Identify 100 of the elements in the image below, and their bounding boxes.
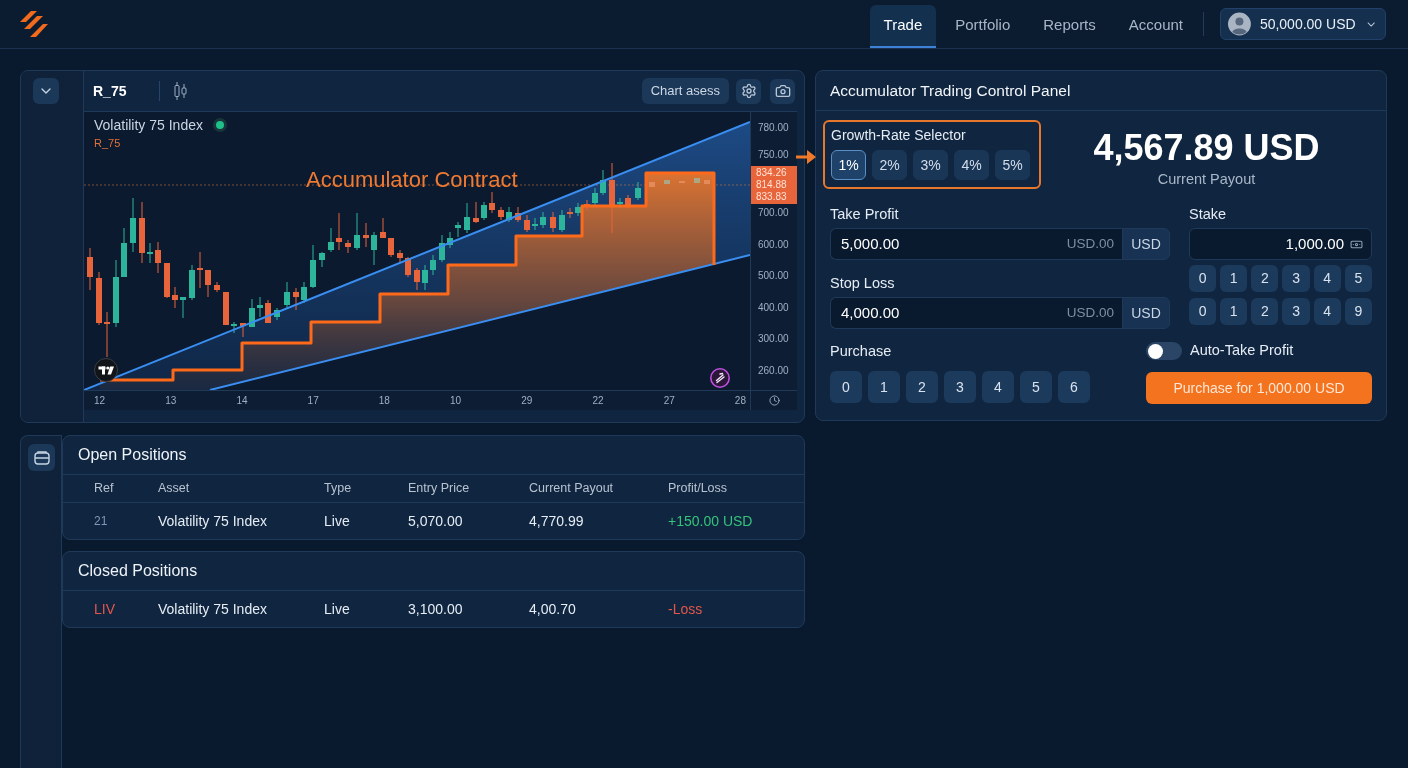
table-cell-text: Volatility 75 Index xyxy=(158,511,268,531)
table-cell-text: 21 xyxy=(94,513,109,530)
wallet-icon xyxy=(33,450,50,465)
column-header: Profit/Loss xyxy=(668,480,729,498)
axis-label: 500.00 xyxy=(758,270,790,283)
unit-suffix: USD.00 xyxy=(1066,303,1114,322)
table-cell-text: 3,100.00 xyxy=(408,599,464,619)
keypad-key[interactable]: 3 xyxy=(944,371,976,403)
chart-assess-button[interactable]: Chart asess xyxy=(641,78,729,104)
table-cell-text: Live xyxy=(324,511,351,531)
stop-loss-input[interactable]: 4,000.00 USD.00 xyxy=(830,297,1122,329)
keypad-key[interactable]: 4 xyxy=(982,371,1014,403)
column-header: Ref xyxy=(94,480,115,498)
axis-label: 17 xyxy=(307,394,319,407)
growth-rate-option[interactable]: 4% xyxy=(954,150,989,180)
avatar-icon xyxy=(1228,12,1251,36)
keypad-key[interactable]: 5 xyxy=(1020,371,1052,403)
axis-label: 18 xyxy=(378,394,390,407)
column-header: Type xyxy=(324,480,353,498)
axis-label: 750.00 xyxy=(758,149,790,161)
growth-rate-option[interactable]: 3% xyxy=(913,150,948,180)
table-cell-text: Live xyxy=(324,599,351,619)
growth-rate-option[interactable]: 2% xyxy=(872,150,907,180)
field-label: Stop Loss xyxy=(830,274,896,292)
axis-label: 14 xyxy=(236,394,248,407)
panel-title: Accumulator Trading Control Panel xyxy=(830,80,1071,101)
axis-label: 22 xyxy=(592,394,604,407)
payout-label: Current Payout xyxy=(1157,170,1256,188)
keypad-key[interactable]: 6 xyxy=(1058,371,1090,403)
section-title: Open Positions xyxy=(78,445,187,465)
keypad-key[interactable]: 2 xyxy=(1251,298,1279,325)
keypad-key[interactable]: 9 xyxy=(1344,298,1372,325)
keypad-key[interactable]: 4 xyxy=(1313,298,1341,325)
keypad-key[interactable]: 0 xyxy=(830,371,862,403)
table-cell-text: 4,770.99 xyxy=(529,511,585,531)
table-cell-text: +150.00 USD xyxy=(668,511,754,531)
nav-tab[interactable]: Trade xyxy=(869,5,937,48)
toggle-label: Auto-Take Profit xyxy=(1190,341,1294,361)
account-button[interactable]: 50,000.00 USD xyxy=(1220,8,1386,40)
column-header: Entry Price xyxy=(408,480,471,498)
camera-icon xyxy=(774,83,791,99)
keypad-key[interactable]: 3 xyxy=(1282,298,1310,325)
clock-icon[interactable] xyxy=(768,395,780,406)
take-profit-input[interactable]: 5,000.00 USD.00 xyxy=(830,228,1122,260)
wallet-button[interactable] xyxy=(28,444,55,471)
nav-tab[interactable]: Account xyxy=(1114,5,1197,48)
axis-label: 780.00 xyxy=(758,122,790,134)
section-title: Closed Positions xyxy=(78,561,198,581)
toggle-switch[interactable] xyxy=(1146,342,1182,360)
currency-addon: USD xyxy=(1122,228,1170,260)
unit-suffix: USD.00 xyxy=(1066,234,1114,253)
axis-label: 700.00 xyxy=(758,207,790,219)
candles-icon[interactable] xyxy=(173,82,188,100)
payout-amount: 4,567.89 USD xyxy=(1093,127,1320,169)
axis-label: 10 xyxy=(450,394,462,407)
keypad-key[interactable]: 2 xyxy=(906,371,938,403)
table-cell-text: LIV xyxy=(94,599,116,619)
column-header: Current Payout xyxy=(529,480,615,498)
axis-label: 13 xyxy=(165,394,177,407)
selector-label: Growth-Rate Selector xyxy=(831,126,967,144)
keypad-key[interactable]: 5 xyxy=(1344,265,1372,292)
settings-icon xyxy=(740,83,757,99)
stake-input[interactable]: 1,000.00 xyxy=(1189,228,1372,260)
keypad-key[interactable]: 1 xyxy=(1220,298,1248,325)
axis-label: 27 xyxy=(663,394,675,407)
keypad-key[interactable]: 0 xyxy=(1189,298,1217,325)
logo-icon[interactable] xyxy=(20,11,48,37)
table-cell-text: 5,070.00 xyxy=(408,511,464,531)
keypad-key[interactable]: 1 xyxy=(1220,265,1248,292)
field-label: Stake xyxy=(1189,205,1228,223)
growth-rate-option[interactable]: 1% xyxy=(831,150,866,180)
price-label: 814.88 xyxy=(756,179,788,191)
arrow-right-icon xyxy=(796,149,816,165)
keypad-key[interactable]: 2 xyxy=(1251,265,1279,292)
price-label: 833.83 xyxy=(756,191,788,203)
symbol-label: R_75 xyxy=(93,81,127,101)
growth-rate-option[interactable]: 5% xyxy=(995,150,1030,180)
keypad-key[interactable]: 3 xyxy=(1282,265,1310,292)
field-label: Take Profit xyxy=(830,205,900,223)
axis-label: 29 xyxy=(521,394,533,407)
keypad-key[interactable]: 0 xyxy=(1189,265,1217,292)
keypad-key[interactable]: 4 xyxy=(1313,265,1341,292)
column-header: Asset xyxy=(158,480,191,498)
nav-tab[interactable]: Portfolio xyxy=(941,5,1025,48)
table-cell-text: Volatility 75 Index xyxy=(158,599,268,619)
axis-label: 28 xyxy=(734,394,746,407)
currency-addon: USD xyxy=(1122,297,1170,329)
collapse-button[interactable] xyxy=(33,78,59,104)
keypad-key[interactable]: 1 xyxy=(868,371,900,403)
settings-button[interactable] xyxy=(736,78,761,104)
table-cell-text: 4,00.70 xyxy=(529,599,577,619)
axis-label: 300.00 xyxy=(758,333,790,346)
axis-label: 12 xyxy=(94,394,106,407)
price-label: 834.26 xyxy=(756,167,788,179)
axis-label: 600.00 xyxy=(758,238,790,251)
nav-tab[interactable]: Reports xyxy=(1029,5,1110,48)
axis-label: 260.00 xyxy=(758,364,790,377)
table-cell-text: -Loss xyxy=(668,599,704,619)
axis-label: 400.00 xyxy=(758,301,790,314)
camera-button[interactable] xyxy=(770,78,795,104)
